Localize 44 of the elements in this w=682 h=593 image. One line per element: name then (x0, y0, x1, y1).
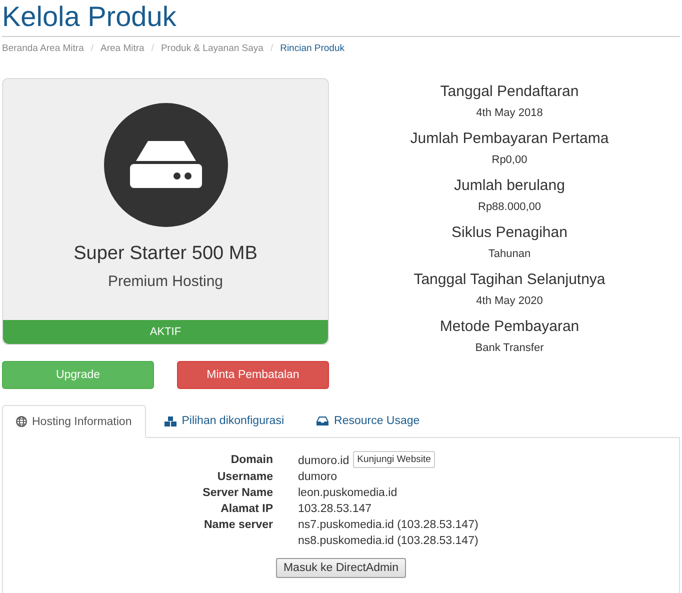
inbox-icon (316, 416, 330, 426)
breadcrumb-link[interactable]: Produk & Layanan Saya (160, 43, 264, 54)
breadcrumb-separator: / (270, 43, 274, 54)
server-icon (104, 103, 228, 227)
visit-website-button[interactable]: Kunjungi Website (353, 451, 435, 468)
detail-value: Rp0,00 (492, 154, 528, 167)
detail-label: Tanggal Tagihan Selanjutnya (414, 270, 606, 289)
breadcrumb-separator: / (151, 43, 154, 54)
tab[interactable]: Resource Usage (302, 405, 434, 437)
product-name: Super Starter 500 MB (74, 243, 258, 265)
breadcrumb-current: Rincian Produk (280, 43, 344, 54)
detail-value: Bank Transfer (475, 342, 544, 355)
info-label: Username (216, 471, 273, 484)
cubes-icon (164, 416, 177, 426)
detail-label: Metode Pembayaran (440, 317, 580, 336)
detail-label: Siklus Penagihan (452, 223, 568, 242)
info-label: Alamat IP (220, 503, 273, 516)
info-label: Domain (230, 454, 273, 468)
detail-value: 4th May 2018 (476, 107, 543, 120)
cancel-button[interactable]: Minta Pembatalan (177, 361, 329, 389)
tab[interactable]: Hosting Information (2, 405, 146, 438)
detail-label: Jumlah Pembayaran Pertama (410, 129, 609, 148)
breadcrumb-link[interactable]: Beranda Area Mitra (2, 43, 84, 54)
breadcrumb-link[interactable]: Area Mitra (100, 43, 144, 54)
info-value: dumoro (298, 471, 337, 484)
info-value: dumoro.id (298, 454, 350, 468)
detail-value: 4th May 2020 (476, 295, 543, 308)
status-bar: AKTIF (3, 320, 328, 344)
product-group: Premium Hosting (108, 273, 224, 290)
globe-icon (16, 416, 27, 427)
detail-value: Rp88.000,00 (478, 201, 541, 214)
info-value: ns7.puskomedia.id (103.28.53.147) (298, 519, 478, 532)
breadcrumb-separator: / (90, 43, 94, 54)
detail-label: Jumlah berulang (454, 176, 565, 195)
info-label: Name server (202, 519, 273, 533)
login-button[interactable]: Masuk ke DirectAdmin (276, 558, 406, 578)
info-label: Server Name (202, 487, 273, 500)
page-title: Kelola Produk (2, 0, 178, 33)
detail-value: Tahunan (488, 248, 531, 261)
tab[interactable]: Pilihan dikonfigurasi (150, 405, 298, 437)
detail-label: Tanggal Pendaftaran (440, 82, 579, 101)
info-value: ns8.puskomedia.id (103.28.53.147) (298, 535, 478, 548)
info-value: 103.28.53.147 (298, 503, 372, 516)
info-value: leon.puskomedia.id (298, 487, 398, 500)
